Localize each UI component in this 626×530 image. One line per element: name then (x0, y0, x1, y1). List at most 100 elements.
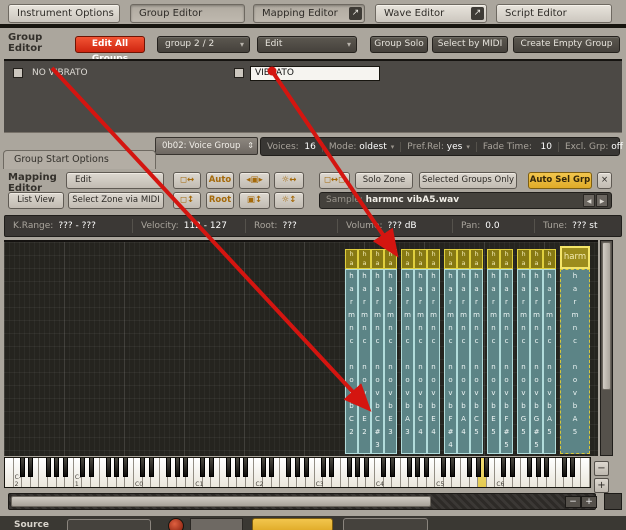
hscroll-plus-button[interactable]: + (581, 496, 597, 508)
pan-field[interactable]: Pan: 0.0 (452, 219, 534, 233)
edit-all-groups-button[interactable]: Edit All Groups (75, 36, 145, 64)
grid-vertical-scrollbar[interactable] (600, 240, 613, 456)
automap-width-icon[interactable]: ☼↔ (274, 172, 304, 189)
piano-key-black[interactable] (226, 458, 232, 477)
piano-key-black[interactable] (286, 458, 292, 477)
piano-key-black[interactable] (45, 458, 51, 477)
scrollbar-thumb[interactable] (602, 242, 611, 390)
zone-selected[interactable]: ha (517, 249, 530, 269)
piano-keyboard[interactable]: C-2 C-1 C0 C1 C2 C3 C4 C5 C6 (4, 457, 591, 488)
piano-key-black[interactable] (510, 458, 516, 477)
zone[interactable]: harmnc novbE5 (487, 269, 500, 454)
grid-horizontal-scrollbar[interactable]: − + (8, 493, 597, 510)
group-selector-dropdown[interactable]: group 2 / 2 ▾ (157, 36, 250, 53)
select-by-midi-button[interactable]: Select by MIDI (432, 36, 508, 53)
piano-key-black[interactable] (406, 458, 412, 477)
tab-wave-editor[interactable]: Wave Editor ↗ (375, 4, 487, 23)
velocity-field[interactable]: Velocity: 112 - 127 (132, 219, 245, 233)
zone-height-icon[interactable]: ◻↕ (173, 192, 201, 209)
piano-key-black[interactable] (208, 458, 214, 477)
piano-key-black[interactable] (140, 458, 146, 477)
piano-key-black[interactable] (183, 458, 189, 477)
excl-grp-field[interactable]: Excl. Grp: off▾ (557, 141, 626, 152)
source-mode-button[interactable] (67, 519, 151, 530)
voice-group-dropdown[interactable]: 0b02: Voice Group ⇕ (155, 137, 258, 155)
piano-key-black[interactable] (346, 458, 352, 477)
zone[interactable]: harmnc novbA4 (457, 269, 470, 454)
piano-key-black[interactable] (389, 458, 395, 477)
zone[interactable]: harmnc novbG5 (517, 269, 530, 454)
piano-key-black[interactable] (415, 458, 421, 477)
piano-key-black[interactable] (88, 458, 94, 477)
piano-key-black[interactable] (484, 458, 490, 477)
piano-key-black[interactable] (424, 458, 430, 477)
zone-selected[interactable]: ha (500, 249, 513, 269)
zone-selected[interactable]: ha (345, 249, 358, 269)
mapping-grid[interactable]: haharmnc novbC2haharmnc novbE2haharmnc n… (4, 240, 598, 456)
zone[interactable]: harmnc novbC4 (414, 269, 427, 454)
piano-key-black[interactable] (441, 458, 447, 477)
tab-mapping-editor[interactable]: Mapping Editor ↗ (253, 4, 365, 23)
zone-selected[interactable]: ha (384, 249, 397, 269)
piano-key-black[interactable] (501, 458, 507, 477)
piano-key-black[interactable] (320, 458, 326, 477)
piano-key-black[interactable] (114, 458, 120, 477)
voices-field[interactable]: Voices: 16 (261, 142, 322, 152)
fade-time-field[interactable]: Fade Time: 10 (475, 141, 558, 152)
tab-instrument-options[interactable]: Instrument Options (8, 4, 120, 23)
zone-focused[interactable]: harm (560, 246, 590, 269)
move-zone-vertical-icon[interactable]: ▣↕ (239, 192, 270, 209)
zone-selected[interactable]: ha (530, 249, 543, 269)
solo-zone-button[interactable]: Solo Zone (355, 172, 413, 189)
piano-key-black[interactable] (570, 458, 576, 477)
piano-key-white[interactable] (581, 458, 590, 487)
close-icon[interactable]: × (597, 172, 612, 189)
tune-field[interactable]: Tune:??? st (534, 219, 621, 233)
piano-key-black[interactable] (105, 458, 111, 477)
mode-field[interactable]: Mode: oldest ▾ (321, 141, 400, 152)
zone[interactable]: harmnc n o v b F #5 (500, 269, 513, 454)
piano-key-black[interactable] (174, 458, 180, 477)
piano-key-black[interactable] (243, 458, 249, 477)
piano-key-black[interactable] (79, 458, 85, 477)
tab-group-start-options[interactable]: Group Start Options (3, 150, 156, 169)
popout-window-icon[interactable]: ↗ (349, 7, 362, 20)
piano-key-black[interactable] (165, 458, 171, 477)
auto-sel-grp-button[interactable]: Auto Sel Grp (528, 172, 592, 189)
keyboard-zoom-in-button[interactable]: + (594, 478, 609, 493)
zone[interactable]: harmnc n o v b C #3 (371, 269, 384, 454)
piano-key-black[interactable] (363, 458, 369, 477)
piano-key-black[interactable] (561, 458, 567, 477)
automap-height-icon[interactable]: ☼↕ (274, 192, 304, 209)
hscroll-minus-button[interactable]: − (565, 496, 581, 508)
krange-field[interactable]: K.Range:??? - ??? (5, 219, 132, 233)
group-enable-checkbox[interactable] (13, 68, 23, 78)
zone-selected[interactable]: ha (358, 249, 371, 269)
zone-width-icon[interactable]: ◻↔ (173, 172, 201, 189)
zone[interactable]: harmnc novbE2 (358, 269, 371, 454)
zone-selected[interactable]: ha (487, 249, 500, 269)
piano-key-black[interactable] (122, 458, 128, 477)
piano-key-black[interactable] (527, 458, 533, 477)
zone-selected[interactable]: ha (371, 249, 384, 269)
zone[interactable]: harmnc novbA3 (401, 269, 414, 454)
zone[interactable]: harmnc novbE3 (384, 269, 397, 454)
piano-key-white[interactable] (5, 458, 14, 487)
create-empty-group-button[interactable]: Create Empty Group (513, 36, 620, 53)
zone-selected[interactable]: ha (401, 249, 414, 269)
selected-groups-only-button[interactable]: Selected Groups Only (419, 172, 517, 189)
piano-key-black[interactable] (544, 458, 550, 477)
select-zone-via-midi-button[interactable]: Select Zone via MIDI (68, 192, 164, 209)
tab-group-editor[interactable]: Group Editor (130, 4, 245, 23)
piano-key-black[interactable] (449, 458, 455, 477)
knob[interactable] (168, 518, 184, 530)
piano-key-black[interactable] (269, 458, 275, 477)
piano-key-black[interactable] (62, 458, 68, 477)
piano-key-black[interactable] (260, 458, 266, 477)
list-view-button[interactable]: List View (8, 192, 64, 209)
root-key-button[interactable]: Root (206, 192, 234, 209)
zone[interactable]: harmnc n o v b G #5 (530, 269, 543, 454)
piano-key-black[interactable] (148, 458, 154, 477)
zone-selected[interactable]: ha (457, 249, 470, 269)
piano-key-black[interactable] (303, 458, 309, 477)
